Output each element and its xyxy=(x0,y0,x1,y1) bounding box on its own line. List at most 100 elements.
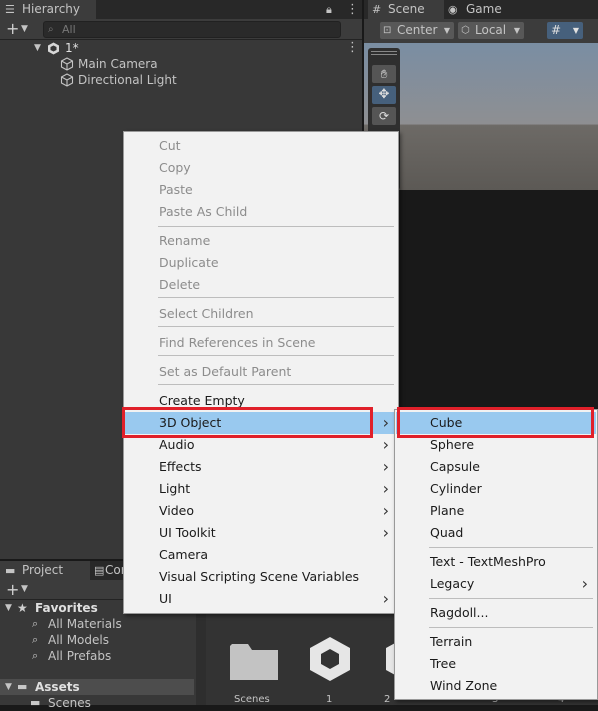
submenu-item-label: Text - TextMeshPro xyxy=(430,554,546,569)
move-tool-icon[interactable]: ✥ xyxy=(372,86,396,104)
create-plus-button[interactable]: + xyxy=(6,19,19,38)
more-options-icon[interactable]: ⋮ xyxy=(346,40,359,56)
hierarchy-tabbar: ☰ Hierarchy 🔒︎ ⋮ xyxy=(0,0,362,19)
menu-item-find-references-in-scene[interactable]: Find References in Scene xyxy=(125,332,397,354)
submenu-item-quad[interactable]: Quad xyxy=(396,522,596,544)
chevron-down-icon: ▼ xyxy=(572,26,579,35)
search-icon: ⌕ xyxy=(48,24,54,35)
submenu-item-tree[interactable]: Tree xyxy=(396,653,596,675)
menu-item-light[interactable]: Light › xyxy=(125,478,397,500)
menu-separator xyxy=(158,326,394,327)
favorites-label: Favorites xyxy=(35,601,98,615)
pivot-icon: ⊡ xyxy=(383,25,392,36)
pivot-dropdown[interactable]: ⊡ Center ▼ xyxy=(380,22,454,39)
menu-separator xyxy=(158,355,394,356)
unity-scene-icon[interactable] xyxy=(306,635,354,683)
space-label: Local xyxy=(475,23,507,37)
folder-icon[interactable] xyxy=(230,642,278,680)
menu-item-camera[interactable]: Camera xyxy=(125,544,397,566)
tab-project[interactable]: ▬ Project xyxy=(0,561,90,580)
menu-item-label: Camera xyxy=(159,547,209,562)
menu-item-delete[interactable]: Delete xyxy=(125,274,397,296)
submenu-item-ragdoll[interactable]: Ragdoll... xyxy=(396,602,596,624)
more-options-icon[interactable]: ⋮ xyxy=(346,0,359,19)
grid-icon: # xyxy=(372,3,382,16)
chevron-right-icon: › xyxy=(581,574,588,593)
menu-separator xyxy=(429,627,593,628)
submenu-item-text-textmeshpro[interactable]: Text - TextMeshPro xyxy=(396,551,596,573)
assets-child-label: Scenes xyxy=(48,696,91,710)
menu-item-label: Effects xyxy=(159,459,202,474)
menu-item-duplicate[interactable]: Duplicate xyxy=(125,252,397,274)
chevron-right-icon: › xyxy=(382,413,389,432)
menu-item-rename[interactable]: Rename xyxy=(125,230,397,252)
tab-game[interactable]: ◉ Game xyxy=(444,0,514,19)
menu-item-video[interactable]: Video › xyxy=(125,500,397,522)
menu-item-ui[interactable]: UI › xyxy=(125,588,397,610)
submenu-item-cube[interactable]: Cube xyxy=(396,412,596,434)
submenu-item-capsule[interactable]: Capsule xyxy=(396,456,596,478)
tab-hierarchy[interactable]: ☰ Hierarchy xyxy=(0,0,96,19)
menu-item-label: Video xyxy=(159,503,195,518)
grid-snap-button[interactable]: # ▼ xyxy=(547,22,583,39)
rotate-tool-icon[interactable]: ⟳ xyxy=(372,107,396,125)
menu-item-set-as-default-parent[interactable]: Set as Default Parent xyxy=(125,361,397,383)
hierarchy-toolbar: + ▼ ⌕ All xyxy=(0,19,362,40)
scene-panel: # Scene ◉ Game ⊡ Center ▼ ⬡ Local ▼ # ▼ … xyxy=(364,0,598,190)
submenu-item-terrain[interactable]: Terrain xyxy=(396,631,596,653)
space-dropdown[interactable]: ⬡ Local ▼ xyxy=(458,22,524,39)
submenu-item-label: Wind Zone xyxy=(430,678,498,693)
menu-item-label: Visual Scripting Scene Variables xyxy=(159,569,360,584)
folder-icon: ▬ xyxy=(17,680,28,693)
chevron-down-icon[interactable]: ▼ xyxy=(21,580,28,599)
assets-row[interactable]: ▼ ▬ Assets xyxy=(0,679,194,695)
chevron-down-icon: ▼ xyxy=(443,26,450,35)
asset-label: 2 xyxy=(384,694,391,705)
menu-item-visual-scripting-scene-variables[interactable]: Visual Scripting Scene Variables xyxy=(125,566,397,588)
menu-item-label: Delete xyxy=(159,277,201,292)
favorite-label: All Models xyxy=(48,633,109,647)
drag-handle-icon[interactable] xyxy=(371,50,397,56)
menu-item-cut[interactable]: Cut xyxy=(125,135,397,157)
menu-separator xyxy=(429,598,593,599)
submenu-3d-object: Cube Sphere Capsule Cylinder Plane Quad Text -… xyxy=(394,409,598,700)
scene-tabbar: # Scene ◉ Game xyxy=(364,0,598,19)
chevron-down-icon[interactable]: ▼ xyxy=(21,19,28,39)
menu-separator xyxy=(429,547,593,548)
submenu-item-wind-zone[interactable]: Wind Zone xyxy=(396,675,596,697)
hierarchy-search-input[interactable]: ⌕ All xyxy=(43,21,341,38)
search-icon: ⌕ xyxy=(32,649,39,662)
menu-item-paste[interactable]: Paste xyxy=(125,179,397,201)
menu-item-select-children[interactable]: Select Children xyxy=(125,303,397,325)
lock-icon[interactable]: 🔒︎ xyxy=(326,0,332,19)
menu-item-ui-toolkit[interactable]: UI Toolkit › xyxy=(125,522,397,544)
submenu-item-legacy[interactable]: Legacy › xyxy=(396,573,596,595)
splitter[interactable] xyxy=(196,600,206,705)
chevron-right-icon: › xyxy=(382,479,389,498)
asset-label: Scenes xyxy=(234,694,270,705)
menu-item-label: Cut xyxy=(159,138,181,153)
chevron-down-icon[interactable]: ▼ xyxy=(5,600,12,616)
submenu-item-cylinder[interactable]: Cylinder xyxy=(396,478,596,500)
menu-item-paste-as-child[interactable]: Paste As Child xyxy=(125,201,397,223)
menu-item-label: Light xyxy=(159,481,191,496)
tab-project-label: Project xyxy=(22,563,64,577)
tab-scene[interactable]: # Scene xyxy=(368,0,444,19)
scene-toolbar: ⊡ Center ▼ ⬡ Local ▼ # ▼ xyxy=(364,19,598,43)
submenu-item-sphere[interactable]: Sphere xyxy=(396,434,596,456)
menu-item-copy[interactable]: Copy xyxy=(125,157,397,179)
menu-item-audio[interactable]: Audio › xyxy=(125,434,397,456)
menu-item-3d-object[interactable]: 3D Object › xyxy=(125,412,397,434)
submenu-item-plane[interactable]: Plane xyxy=(396,500,596,522)
menu-item-effects[interactable]: Effects › xyxy=(125,456,397,478)
menu-item-create-empty[interactable]: Create Empty xyxy=(125,390,397,412)
hand-tool-icon[interactable]: ✋︎ xyxy=(372,65,396,83)
chevron-down-icon[interactable]: ▼ xyxy=(5,679,12,695)
favorite-label: All Prefabs xyxy=(48,649,112,663)
chevron-down-icon[interactable]: ▼ xyxy=(34,40,41,56)
create-plus-button[interactable]: + xyxy=(6,580,19,599)
menu-item-label: Create Empty xyxy=(159,393,245,408)
star-icon: ★ xyxy=(17,601,28,615)
menu-separator xyxy=(158,297,394,298)
scene-row[interactable]: ▼ 1* ⋮ xyxy=(0,40,362,56)
